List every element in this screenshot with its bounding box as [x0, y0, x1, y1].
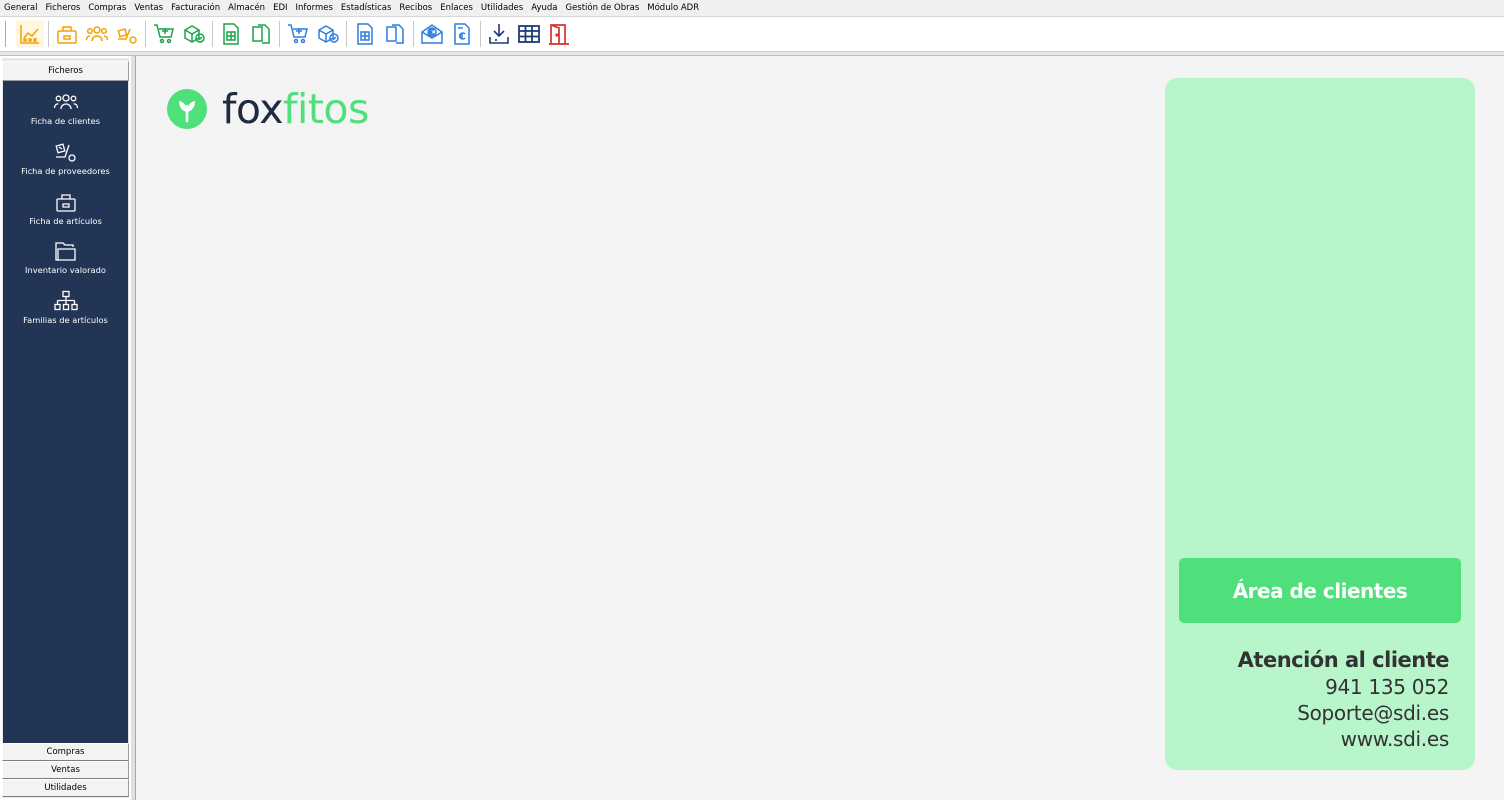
sidebar-item-ficha-proveedores[interactable]: Ficha de proveedores — [3, 141, 128, 176]
menu-utilidades[interactable]: Utilidades — [477, 0, 527, 16]
customer-panel: Área de clientes Atención al cliente 941… — [1165, 78, 1475, 770]
menu-bar: General Ficheros Compras Ventas Facturac… — [0, 0, 1504, 17]
menu-modulo-adr[interactable]: Módulo ADR — [643, 0, 703, 16]
sidebar-item-label: Ficha de clientes — [30, 116, 101, 126]
download-icon — [489, 24, 509, 44]
sidebar-section-ficheros[interactable]: Ficheros — [2, 61, 129, 81]
euro-mail-icon — [421, 24, 443, 44]
contact-title: Atención al cliente — [1237, 648, 1450, 672]
supplier-icon — [117, 28, 137, 44]
menu-edi[interactable]: EDI — [269, 0, 291, 16]
toolbar-grid-button[interactable] — [515, 20, 543, 48]
supplier-icon — [54, 143, 76, 162]
toolbar-separator — [480, 21, 481, 47]
toolbar-sheet-button[interactable] — [217, 20, 245, 48]
menu-enlaces[interactable]: Enlaces — [436, 0, 477, 16]
logo-text-fitos: fitos — [283, 85, 369, 133]
menu-ficheros[interactable]: Ficheros — [42, 0, 85, 16]
box-icon — [57, 26, 77, 44]
logo-text-fox: fox — [222, 85, 284, 133]
leaf-logo-icon — [167, 89, 207, 129]
contact-email[interactable]: Soporte@sdi.es — [1238, 700, 1449, 726]
toolbar-chart-button[interactable] — [16, 20, 44, 48]
toolbar-articles-button[interactable] — [53, 20, 81, 48]
package-check-icon — [184, 25, 205, 43]
toolbar-documents-button[interactable] — [381, 20, 409, 48]
invoice-icon — [357, 23, 373, 45]
toolbar-download-button[interactable] — [485, 20, 513, 48]
foxfitos-logo: foxfitos — [166, 88, 369, 130]
logo-wordmark: foxfitos — [222, 88, 369, 130]
sidebar-item-ficha-articulos[interactable]: Ficha de artículos — [3, 191, 128, 226]
toolbar-suppliers-button[interactable] — [113, 20, 141, 48]
cart-add-icon — [288, 24, 308, 44]
toolbar-separator — [145, 21, 146, 47]
sidebar-item-label: Ficha de proveedores — [21, 166, 110, 176]
toolbar-clients-button[interactable] — [83, 20, 111, 48]
chart-icon — [20, 25, 39, 44]
toolbar — [0, 17, 1504, 52]
toolbar-copy-button[interactable] — [247, 20, 275, 48]
menu-facturacion[interactable]: Facturación — [167, 0, 224, 16]
menu-recibos[interactable]: Recibos — [395, 0, 436, 16]
toolbar-delivery-button[interactable] — [314, 20, 342, 48]
sidebar-section-compras[interactable]: Compras — [2, 743, 129, 761]
toolbar-exit-button[interactable] — [545, 20, 573, 48]
toolbar-separator — [413, 21, 414, 47]
cart-plus-icon — [154, 24, 174, 44]
sidebar-item-label: Inventario valorado — [25, 265, 106, 275]
menu-compras[interactable]: Compras — [84, 0, 130, 16]
sidebar-item-ficha-clientes[interactable]: Ficha de clientes — [3, 91, 128, 126]
toolbar-euro-mail-button[interactable] — [418, 20, 446, 48]
sidebar-section-utilidades[interactable]: Utilidades — [2, 779, 129, 797]
euro-receipt-icon — [454, 23, 470, 45]
menu-ayuda[interactable]: Ayuda — [527, 0, 561, 16]
menu-informes[interactable]: Informes — [292, 0, 337, 16]
sidebar-item-label: Familias de artículos — [23, 315, 108, 325]
menu-estadisticas[interactable]: Estadísticas — [337, 0, 396, 16]
sidebar-item-label: Ficha de artículos — [29, 216, 102, 226]
main-area: foxfitos Área de clientes Atención al cl… — [136, 56, 1504, 800]
toolbar-separator — [279, 21, 280, 47]
contact-info: Atención al cliente 941 135 052 Soporte@… — [1237, 646, 1450, 752]
menu-gestion-obras[interactable]: Gestión de Obras — [561, 0, 643, 16]
sidebar-item-familias-articulos[interactable]: Familias de artículos — [3, 290, 128, 325]
users-icon — [53, 94, 78, 110]
exit-door-icon — [549, 24, 569, 45]
sidebar-panel: Ficha de clientes Ficha de proveedores F… — [3, 81, 128, 743]
copy-icon — [252, 24, 270, 44]
contact-phone: 941 135 052 — [1325, 675, 1449, 699]
toolbar-new-sale-button[interactable] — [284, 20, 312, 48]
folder-icon — [54, 242, 76, 261]
toolbar-invoice-button[interactable] — [351, 20, 379, 48]
menu-ventas[interactable]: Ventas — [130, 0, 167, 16]
spreadsheet-icon — [223, 23, 239, 45]
toolbar-separator — [212, 21, 213, 47]
menu-almacen[interactable]: Almacén — [224, 0, 269, 16]
toolbar-receive-button[interactable] — [180, 20, 208, 48]
menu-general[interactable]: General — [0, 0, 42, 16]
users-icon — [85, 26, 109, 42]
hierarchy-icon — [53, 290, 78, 311]
package-verify-icon — [318, 25, 339, 43]
toolbar-euro-receipt-button[interactable] — [448, 20, 476, 48]
toolbar-separator — [346, 21, 347, 47]
sidebar-item-inventario-valorado[interactable]: Inventario valorado — [3, 240, 128, 275]
toolbar-separator — [48, 21, 49, 47]
area-clientes-button[interactable]: Área de clientes — [1179, 558, 1461, 623]
toolbar-grip[interactable] — [5, 21, 9, 47]
box-icon — [55, 194, 76, 212]
documents-icon — [386, 24, 404, 44]
sidebar: Ficheros Ficha de clientes Ficha de prov… — [2, 58, 129, 798]
contact-website[interactable]: www.sdi.es — [1238, 726, 1450, 752]
toolbar-new-purchase-button[interactable] — [150, 20, 178, 48]
sidebar-section-ventas[interactable]: Ventas — [2, 761, 129, 779]
grid-table-icon — [518, 25, 540, 43]
